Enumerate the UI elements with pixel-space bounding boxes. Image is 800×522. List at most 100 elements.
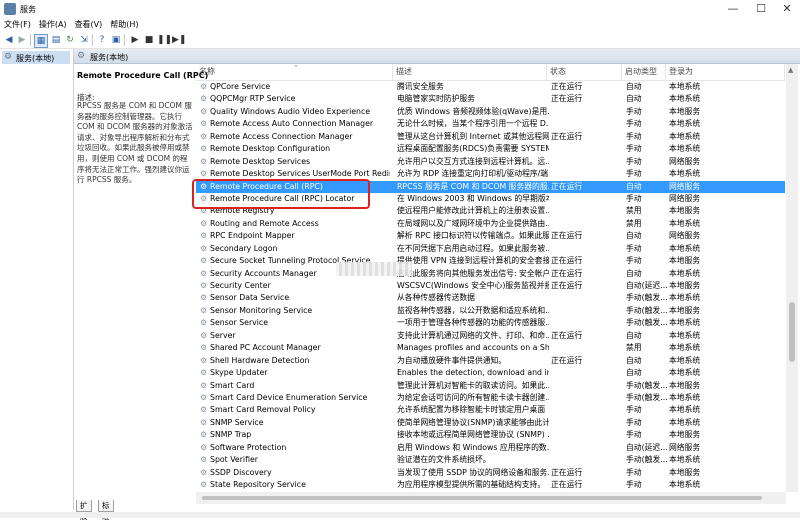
service-row[interactable]: ⚙ Secure Socket Tunneling Protocol Servic…	[196, 255, 785, 267]
service-description: 优质 Windows 音频视频体验(qWave)是用...	[397, 106, 549, 116]
column-header-status[interactable]: 状态	[547, 64, 622, 80]
restart-icon[interactable]: ▶❚	[172, 34, 186, 46]
service-description: 在不同凭据下启用启动过程。如果此服务被...	[397, 243, 549, 253]
service-name-text: Shared PC Account Manager	[210, 343, 321, 353]
service-row[interactable]: ⚙ Security Accounts Manager 启动此服务将向其他服务发出信…	[196, 268, 785, 280]
service-description: 为应用程序模型提供所需的基础结构支持。	[397, 480, 546, 489]
gear-icon: ⚙	[200, 318, 208, 328]
gear-icon: ⚙	[200, 343, 208, 353]
scrollbar-thumb[interactable]	[789, 302, 795, 362]
gear-icon: ⚙	[200, 268, 208, 278]
service-row[interactable]: ⚙ Spot Verifier 验证潜在的文件系统损坏。 手动(触发... 本地系统	[196, 454, 785, 466]
pause-icon[interactable]: ❚❚	[157, 34, 172, 46]
tab-extended[interactable]: 扩展	[76, 500, 92, 521]
list-icon[interactable]: ▤	[50, 34, 62, 46]
service-row[interactable]: ⚙ Secondary Logon 在不同凭据下启用启动过程。如果此服务被... 手动…	[196, 243, 785, 255]
service-logon-as: 本地服务	[669, 281, 701, 290]
service-row[interactable]: ⚙ Security Center WSCSVC(Windows 安全中心)服务监视…	[196, 280, 785, 292]
service-name: ⚙ RPC Endpoint Mapper	[200, 230, 390, 242]
service-row[interactable]: ⚙ Sensor Data Service 从各种传感器传送数据 手动(触发... 本地…	[196, 292, 785, 304]
service-startup-type: 手动(触发...	[626, 318, 668, 328]
service-row[interactable]: ⚙ Remote Access Connection Manager 管理从这台计算…	[196, 131, 785, 143]
menu-view[interactable]: 查看(V)	[71, 18, 107, 32]
properties-icon[interactable]: ▣	[110, 34, 122, 46]
refresh-icon[interactable]: ↻	[64, 34, 76, 46]
service-row[interactable]: ⚙ Remote Desktop Services 允许用户以交互方式连接到远程计算…	[196, 156, 785, 168]
service-row[interactable]: ⚙ Remote Access Auto Connection Manager 无论…	[196, 118, 785, 130]
service-description: 当发现了使用 SSDP 协议的网络设备和服务...	[397, 467, 549, 477]
column-header-logon-as[interactable]: 登录为	[666, 64, 785, 80]
gear-icon: ⚙	[200, 156, 208, 166]
service-row[interactable]: ⚙ SNMP Trap 接收本地或远程简单网络管理协议 (SNMP) ... 手动 本地…	[196, 429, 785, 441]
column-header-name[interactable]: 名称	[196, 64, 393, 80]
service-row[interactable]: ⚙ Sensor Monitoring Service 监视各种传感器，以公开数据和…	[196, 305, 785, 317]
service-row[interactable]: ⚙ Smart Card 管理此计算机对智能卡的取读访问。如果此... 手动(触发..…	[196, 380, 785, 392]
column-header-startup-type[interactable]: 启动类型	[622, 64, 666, 80]
service-row[interactable]: ⚙ Server 支持此计算机通过网络的文件、打印、和命... 正在运行 自动 本地系统	[196, 330, 785, 342]
menu-action[interactable]: 操作(A)	[35, 18, 71, 32]
help-icon[interactable]: ?	[96, 34, 108, 46]
gear-icon: ⚙	[200, 442, 208, 452]
close-button[interactable]: ✕	[774, 0, 800, 18]
service-logon-as: 本地系统	[669, 119, 701, 129]
menu-file[interactable]: 文件(F)	[0, 18, 35, 32]
service-row[interactable]: ⚙ Smart Card Device Enumeration Service 为给…	[196, 392, 785, 404]
service-name: ⚙ Sensor Service	[200, 317, 390, 329]
service-row[interactable]: ⚙ State Repository Service 为应用程序模型提供所需的基础结…	[196, 479, 785, 491]
play-icon[interactable]: ▶	[129, 34, 141, 46]
service-row[interactable]: ⚙ Shared PC Account Manager Manages profil…	[196, 342, 785, 354]
service-row[interactable]: ⚙ QQPCMgr RTP Service 电脑管家实时防护服务 正在运行 自动 本地系统	[196, 93, 785, 105]
gear-icon: ⚙	[200, 82, 208, 91]
gear-icon: ⚙	[200, 405, 208, 415]
title-bar: 服务 — ☐ ✕	[0, 0, 800, 18]
service-row[interactable]: ⚙ Software Protection 启用 Windows 和 Windows…	[196, 442, 785, 454]
service-row[interactable]: ⚙ Remote Desktop Configuration 远程桌面配置服务(RD…	[196, 143, 785, 155]
service-row[interactable]: ⚙ Routing and Remote Access 在局域网以及广域网环境中为企…	[196, 218, 785, 230]
service-row[interactable]: ⚙ Smart Card Removal Policy 允许系统配置为移除智能卡时锁…	[196, 404, 785, 416]
horizontal-scrollbar[interactable]	[196, 492, 786, 504]
service-row[interactable]: ⚙ Skype Updater Enables the detection, dow…	[196, 367, 785, 379]
service-logon-as: 网络服务	[669, 181, 701, 191]
service-name-text: Sensor Data Service	[210, 293, 290, 303]
gear-icon: ⚙	[200, 330, 208, 340]
service-name: ⚙ Remote Access Auto Connection Manager	[200, 118, 390, 130]
maximize-button[interactable]: ☐	[748, 0, 774, 18]
service-name-text: Remote Desktop Services UserMode Port Re…	[210, 169, 390, 179]
forward-icon[interactable]: ▶	[16, 34, 28, 46]
service-name-text: SSDP Discovery	[210, 467, 272, 477]
export-icon[interactable]: ⇲	[78, 34, 90, 46]
vertical-scrollbar[interactable]: ▲	[786, 64, 798, 492]
menu-help[interactable]: 帮助(H)	[106, 18, 142, 32]
tree-item-services-local[interactable]: ⚙ 服务(本地)	[2, 51, 70, 64]
gear-icon: ⚙	[200, 392, 208, 402]
stop-icon[interactable]: ■	[143, 34, 155, 46]
minimize-button[interactable]: —	[720, 0, 746, 18]
gear-icon: ⚙	[200, 218, 208, 228]
toolbar-separator	[92, 34, 93, 46]
gear-icon: ⚙	[200, 368, 208, 378]
back-icon[interactable]: ◀	[3, 34, 15, 46]
service-row[interactable]: ⚙ RPC Endpoint Mapper 解析 RPC 接口标识符以传输端点。如果…	[196, 230, 785, 242]
service-description: 为自动播放硬件事件提供通知。	[397, 355, 507, 365]
service-description: 管理从这台计算机到 Internet 或其他远程网...	[397, 131, 549, 141]
service-row[interactable]: ⚙ SSDP Discovery 当发现了使用 SSDP 协议的网络设备和服务...…	[196, 467, 785, 479]
scrollbar-thumb[interactable]	[202, 496, 762, 500]
tab-standard[interactable]: 标准	[98, 500, 114, 521]
service-startup-type: 手动(触发...	[626, 305, 668, 315]
service-logon-as: 本地系统	[669, 417, 701, 427]
console-tree-icon[interactable]: ▦	[34, 34, 48, 48]
service-row[interactable]: ⚙ Sensor Service 一项用于管理各种传感器的功能的传感器服... 手动(…	[196, 317, 785, 329]
service-row[interactable]: ⚙ QPCore Service 腾讯安全服务 正在运行 自动 本地系统	[196, 81, 785, 93]
service-row[interactable]: ⚙ Quality Windows Audio Video Experience 优…	[196, 106, 785, 118]
service-description: Enables the detection, download and ins.…	[397, 368, 549, 378]
column-header-description[interactable]: 描述	[393, 64, 547, 80]
service-name: ⚙ Server	[200, 330, 390, 342]
service-logon-as: 本地系统	[669, 82, 701, 91]
scroll-up-icon[interactable]: ▲	[788, 66, 793, 74]
service-row[interactable]: ⚙ Shell Hardware Detection 为自动播放硬件事件提供通知。 正…	[196, 355, 785, 367]
gear-icon: ⚙	[200, 355, 208, 365]
service-name-text: Smart Card Removal Policy	[210, 405, 316, 415]
service-row[interactable]: ⚙ SNMP Service 使简单网络管理协议(SNMP)请求能够由此计... 手动…	[196, 417, 785, 429]
service-name-text: State Repository Service	[210, 480, 306, 489]
service-logon-as: 本地服务	[669, 380, 701, 390]
